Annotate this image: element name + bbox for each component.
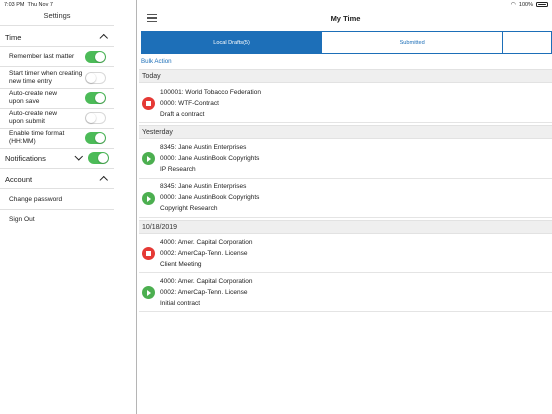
setting-auto-create-submit: Auto-create new upon submit: [0, 109, 114, 127]
entry-description: Initial contract: [160, 300, 201, 307]
play-timer-icon[interactable]: [142, 192, 155, 205]
entry-description: IP Research: [160, 166, 196, 173]
entry-client: 4000: Amer. Capital Corporation: [160, 239, 253, 246]
entry-matter: 0000: WTF-Contract: [160, 100, 219, 107]
play-timer-icon[interactable]: [142, 286, 155, 299]
section-time-label: Time: [5, 32, 22, 42]
notifications-toggle[interactable]: [88, 152, 109, 164]
stop-timer-icon[interactable]: [142, 247, 155, 260]
section-time-header[interactable]: Time: [0, 27, 114, 47]
chevron-up-icon[interactable]: [99, 174, 109, 184]
time-format-toggle[interactable]: [85, 132, 106, 144]
time-entry[interactable]: 4000: Amer. Capital Corporation 0002: Am…: [139, 234, 552, 273]
divider: [0, 66, 114, 67]
wifi-icon: ◠: [510, 2, 516, 8]
entry-client: 8345: Jane Austin Enterprises: [160, 183, 247, 190]
status-time: 7:03 PM: [4, 1, 25, 8]
auto-create-submit-toggle[interactable]: [85, 112, 106, 124]
chevron-down-icon[interactable]: [74, 153, 84, 163]
divider: [0, 25, 114, 26]
status-bar: 7:03 PM Thu Nov 7 ◠ 100%: [0, 0, 552, 9]
setting-remember-last-matter: Remember last matter: [0, 49, 114, 65]
setting-label: Start timer when creating new time entry: [9, 69, 83, 85]
chevron-up-icon[interactable]: [99, 32, 109, 42]
entry-client: 8345: Jane Austin Enterprises: [160, 144, 247, 151]
my-time-panel: My Time Local Drafts(5) Submitted Bulk A…: [139, 0, 552, 414]
divider: [0, 209, 114, 210]
section-account-header[interactable]: Account: [0, 169, 114, 189]
entry-matter: 0002: AmerCap-Tenn. License: [160, 250, 248, 257]
battery-icon: [536, 2, 548, 7]
group-header-yesterday: Yesterday: [139, 125, 552, 139]
remember-last-matter-toggle[interactable]: [85, 51, 106, 63]
time-entry[interactable]: 8345: Jane Austin Enterprises 0000: Jane…: [139, 139, 552, 179]
bulk-action-link[interactable]: Bulk Action: [141, 58, 172, 65]
tab-local-drafts[interactable]: Local Drafts(5): [142, 32, 323, 53]
setting-label: Remember last matter: [9, 53, 75, 60]
time-entry[interactable]: 100001: World Tobacco Federation 0000: W…: [139, 83, 552, 123]
battery-percent: 100%: [518, 1, 533, 8]
entry-matter: 0000: Jane AustinBook Copyrights: [160, 194, 260, 201]
status-left: 7:03 PM Thu Nov 7: [4, 2, 53, 8]
group-header-date: 10/18/2019: [139, 220, 552, 234]
divider: [0, 188, 114, 189]
sign-out-link[interactable]: Sign Out: [9, 216, 35, 223]
play-timer-icon[interactable]: [142, 152, 155, 165]
notifications-controls: [74, 152, 109, 164]
start-timer-toggle[interactable]: [85, 71, 106, 84]
stop-timer-icon[interactable]: [142, 97, 155, 110]
setting-time-format: Enable time format (HH:MM): [0, 129, 114, 147]
status-date: Thu Nov 7: [27, 1, 53, 8]
entry-client: 100001: World Tobacco Federation: [160, 89, 261, 96]
entry-matter: 0000: Jane AustinBook Copyrights: [160, 155, 260, 162]
entry-matter: 0002: AmerCap-Tenn. License: [160, 289, 248, 296]
tab-submitted[interactable]: Submitted: [322, 32, 504, 53]
entry-client: 4000: Amer. Capital Corporation: [160, 278, 253, 285]
divider: [0, 46, 114, 47]
setting-label: Auto-create new upon save: [9, 90, 58, 105]
entry-description: Draft a contract: [160, 111, 205, 118]
section-notifications-header[interactable]: Notifications: [0, 148, 114, 168]
time-entry[interactable]: 8345: Jane Austin Enterprises 0000: Jane…: [139, 179, 552, 218]
section-notifications-label: Notifications: [5, 153, 46, 163]
settings-sidebar: Settings Time Remember last matter Start…: [0, 0, 137, 414]
entry-description: Client Meeting: [160, 261, 202, 268]
tab-bar: Local Drafts(5) Submitted: [141, 31, 552, 54]
page-title: My Time: [330, 14, 361, 23]
sidebar-title: Settings: [43, 11, 71, 20]
status-right: ◠ 100%: [511, 1, 548, 8]
auto-create-save-toggle[interactable]: [85, 92, 106, 104]
group-header-today: Today: [139, 69, 552, 83]
setting-label: Auto-create new upon submit: [9, 110, 58, 125]
section-account-label: Account: [5, 174, 33, 184]
time-entry[interactable]: 4000: Amer. Capital Corporation 0002: Am…: [139, 273, 552, 312]
setting-start-timer: Start timer when creating new time entry: [0, 68, 114, 87]
setting-auto-create-save: Auto-create new upon save: [0, 89, 114, 107]
tab-more[interactable]: [503, 32, 551, 53]
change-password-link[interactable]: Change password: [9, 196, 62, 203]
setting-label: Enable time format (HH:MM): [9, 130, 65, 145]
entry-description: Copyright Research: [160, 205, 218, 212]
